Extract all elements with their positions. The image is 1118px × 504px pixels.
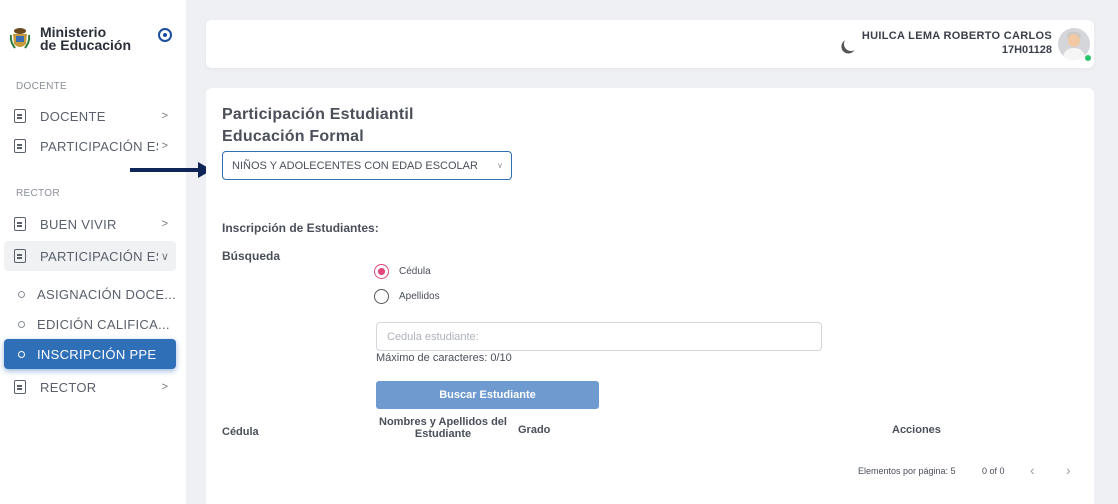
document-icon xyxy=(14,380,26,394)
page-subtitle: Educación Formal xyxy=(222,128,364,145)
user-id: 17H01128 xyxy=(1001,44,1052,56)
sidebar: Ministerio de Educación DOCENTE DOCENTE … xyxy=(0,0,186,504)
avatar-head xyxy=(1068,34,1080,47)
page-range-label: 0 of 0 xyxy=(982,466,1005,476)
sidebar-item-label: BUEN VIVIR xyxy=(40,216,117,232)
circle-icon xyxy=(18,350,25,358)
chevron-right-icon: > xyxy=(161,110,169,122)
radio-label: Cédula xyxy=(399,266,431,277)
radio-apellidos[interactable]: Apellidos xyxy=(374,289,440,304)
top-header: HUILCA LEMA ROBERTO CARLOS 17H01128 xyxy=(206,20,1094,68)
user-name: HUILCA LEMA ROBERTO CARLOS xyxy=(861,30,1052,42)
chevron-down-icon: ∨ xyxy=(160,250,170,263)
sidebar-subitem-asignacion[interactable]: ASIGNACIÓN DOCE... xyxy=(4,279,176,309)
cedula-input[interactable] xyxy=(376,322,822,351)
radio-label: Apellidos xyxy=(399,291,440,302)
next-page-icon[interactable]: › xyxy=(1066,462,1071,478)
section-label-docente: DOCENTE xyxy=(16,81,67,92)
ecuador-seal-logo xyxy=(10,28,30,49)
moon-icon[interactable] xyxy=(843,36,859,52)
column-header-acciones: Acciones xyxy=(892,424,941,436)
document-icon xyxy=(14,139,26,153)
brand-line2: de Educación xyxy=(40,37,132,53)
sidebar-item-rector[interactable]: RECTOR > xyxy=(4,372,176,402)
select-value: NIÑOS Y ADOLECENTES CON EDAD ESCOLAR xyxy=(232,159,478,172)
sidebar-item-label: DOCENTE xyxy=(40,108,106,124)
sidebar-subitem-edicion[interactable]: EDICIÓN CALIFICA... xyxy=(4,309,176,339)
avatar-body xyxy=(1063,48,1085,60)
arrow-annotation-select xyxy=(130,162,212,178)
brand-name: Ministerio de Educación xyxy=(40,25,132,53)
radio-button[interactable] xyxy=(374,289,389,304)
sidebar-item-participacion-docente[interactable]: PARTICIPACIÓN ES... > xyxy=(4,131,176,161)
radio-button-checked[interactable] xyxy=(374,264,389,279)
brand: Ministerio de Educación xyxy=(10,25,180,56)
sidebar-item-label: PARTICIPACIÓN ES... xyxy=(40,248,158,264)
online-status-dot xyxy=(1084,54,1092,62)
sidebar-toggle-icon[interactable] xyxy=(158,28,172,42)
page-title: Participación Estudiantil xyxy=(222,106,414,123)
sidebar-item-label: PARTICIPACIÓN ES... xyxy=(40,138,158,154)
radio-cedula[interactable]: Cédula xyxy=(374,264,431,279)
sidebar-subitem-label: EDICIÓN CALIFICA... xyxy=(37,316,170,332)
sidebar-subitem-label: INSCRIPCIÓN PPE xyxy=(37,346,157,362)
search-label: Búsqueda xyxy=(222,249,281,263)
chevron-right-icon: > xyxy=(161,218,169,230)
prev-page-icon[interactable]: ‹ xyxy=(1030,462,1035,478)
category-select[interactable]: NIÑOS Y ADOLECENTES CON EDAD ESCOLAR ∨ xyxy=(222,151,512,180)
column-header-nombres-line1: Nombres y Apellidos del xyxy=(379,416,507,428)
document-icon xyxy=(14,249,26,263)
sidebar-subitem-label: ASIGNACIÓN DOCE... xyxy=(37,286,176,302)
items-per-page-label: Elementos por página: 5 xyxy=(858,466,956,476)
chevron-down-icon: ∨ xyxy=(497,161,503,170)
column-header-nombres: Nombres y Apellidos del Estudiante xyxy=(378,416,508,440)
main-card: Participación Estudiantil Educación Form… xyxy=(206,88,1094,504)
circle-icon xyxy=(18,290,25,298)
sidebar-item-label: RECTOR xyxy=(40,379,97,395)
chevron-right-icon: > xyxy=(161,381,169,393)
column-header-grado: Grado xyxy=(518,424,551,436)
column-header-nombres-line2: Estudiante xyxy=(414,428,472,440)
sidebar-subitem-inscripcion[interactable]: INSCRIPCIÓN PPE xyxy=(4,339,176,369)
section-label-rector: RECTOR xyxy=(16,188,60,199)
document-icon xyxy=(14,109,26,123)
max-chars-hint: Máximo de caracteres: 0/10 xyxy=(376,352,512,364)
sidebar-item-buen-vivir[interactable]: BUEN VIVIR > xyxy=(4,209,176,239)
section-title: Inscripción de Estudiantes: xyxy=(222,221,379,235)
chevron-right-icon: > xyxy=(161,140,169,152)
sidebar-item-participacion-rector[interactable]: PARTICIPACIÓN ES... ∨ xyxy=(4,241,176,271)
circle-icon xyxy=(18,320,25,328)
search-student-button[interactable]: Buscar Estudiante xyxy=(376,381,599,409)
column-header-cedula: Cédula xyxy=(222,426,259,438)
document-icon xyxy=(14,217,26,231)
sidebar-item-docente[interactable]: DOCENTE > xyxy=(4,101,176,131)
